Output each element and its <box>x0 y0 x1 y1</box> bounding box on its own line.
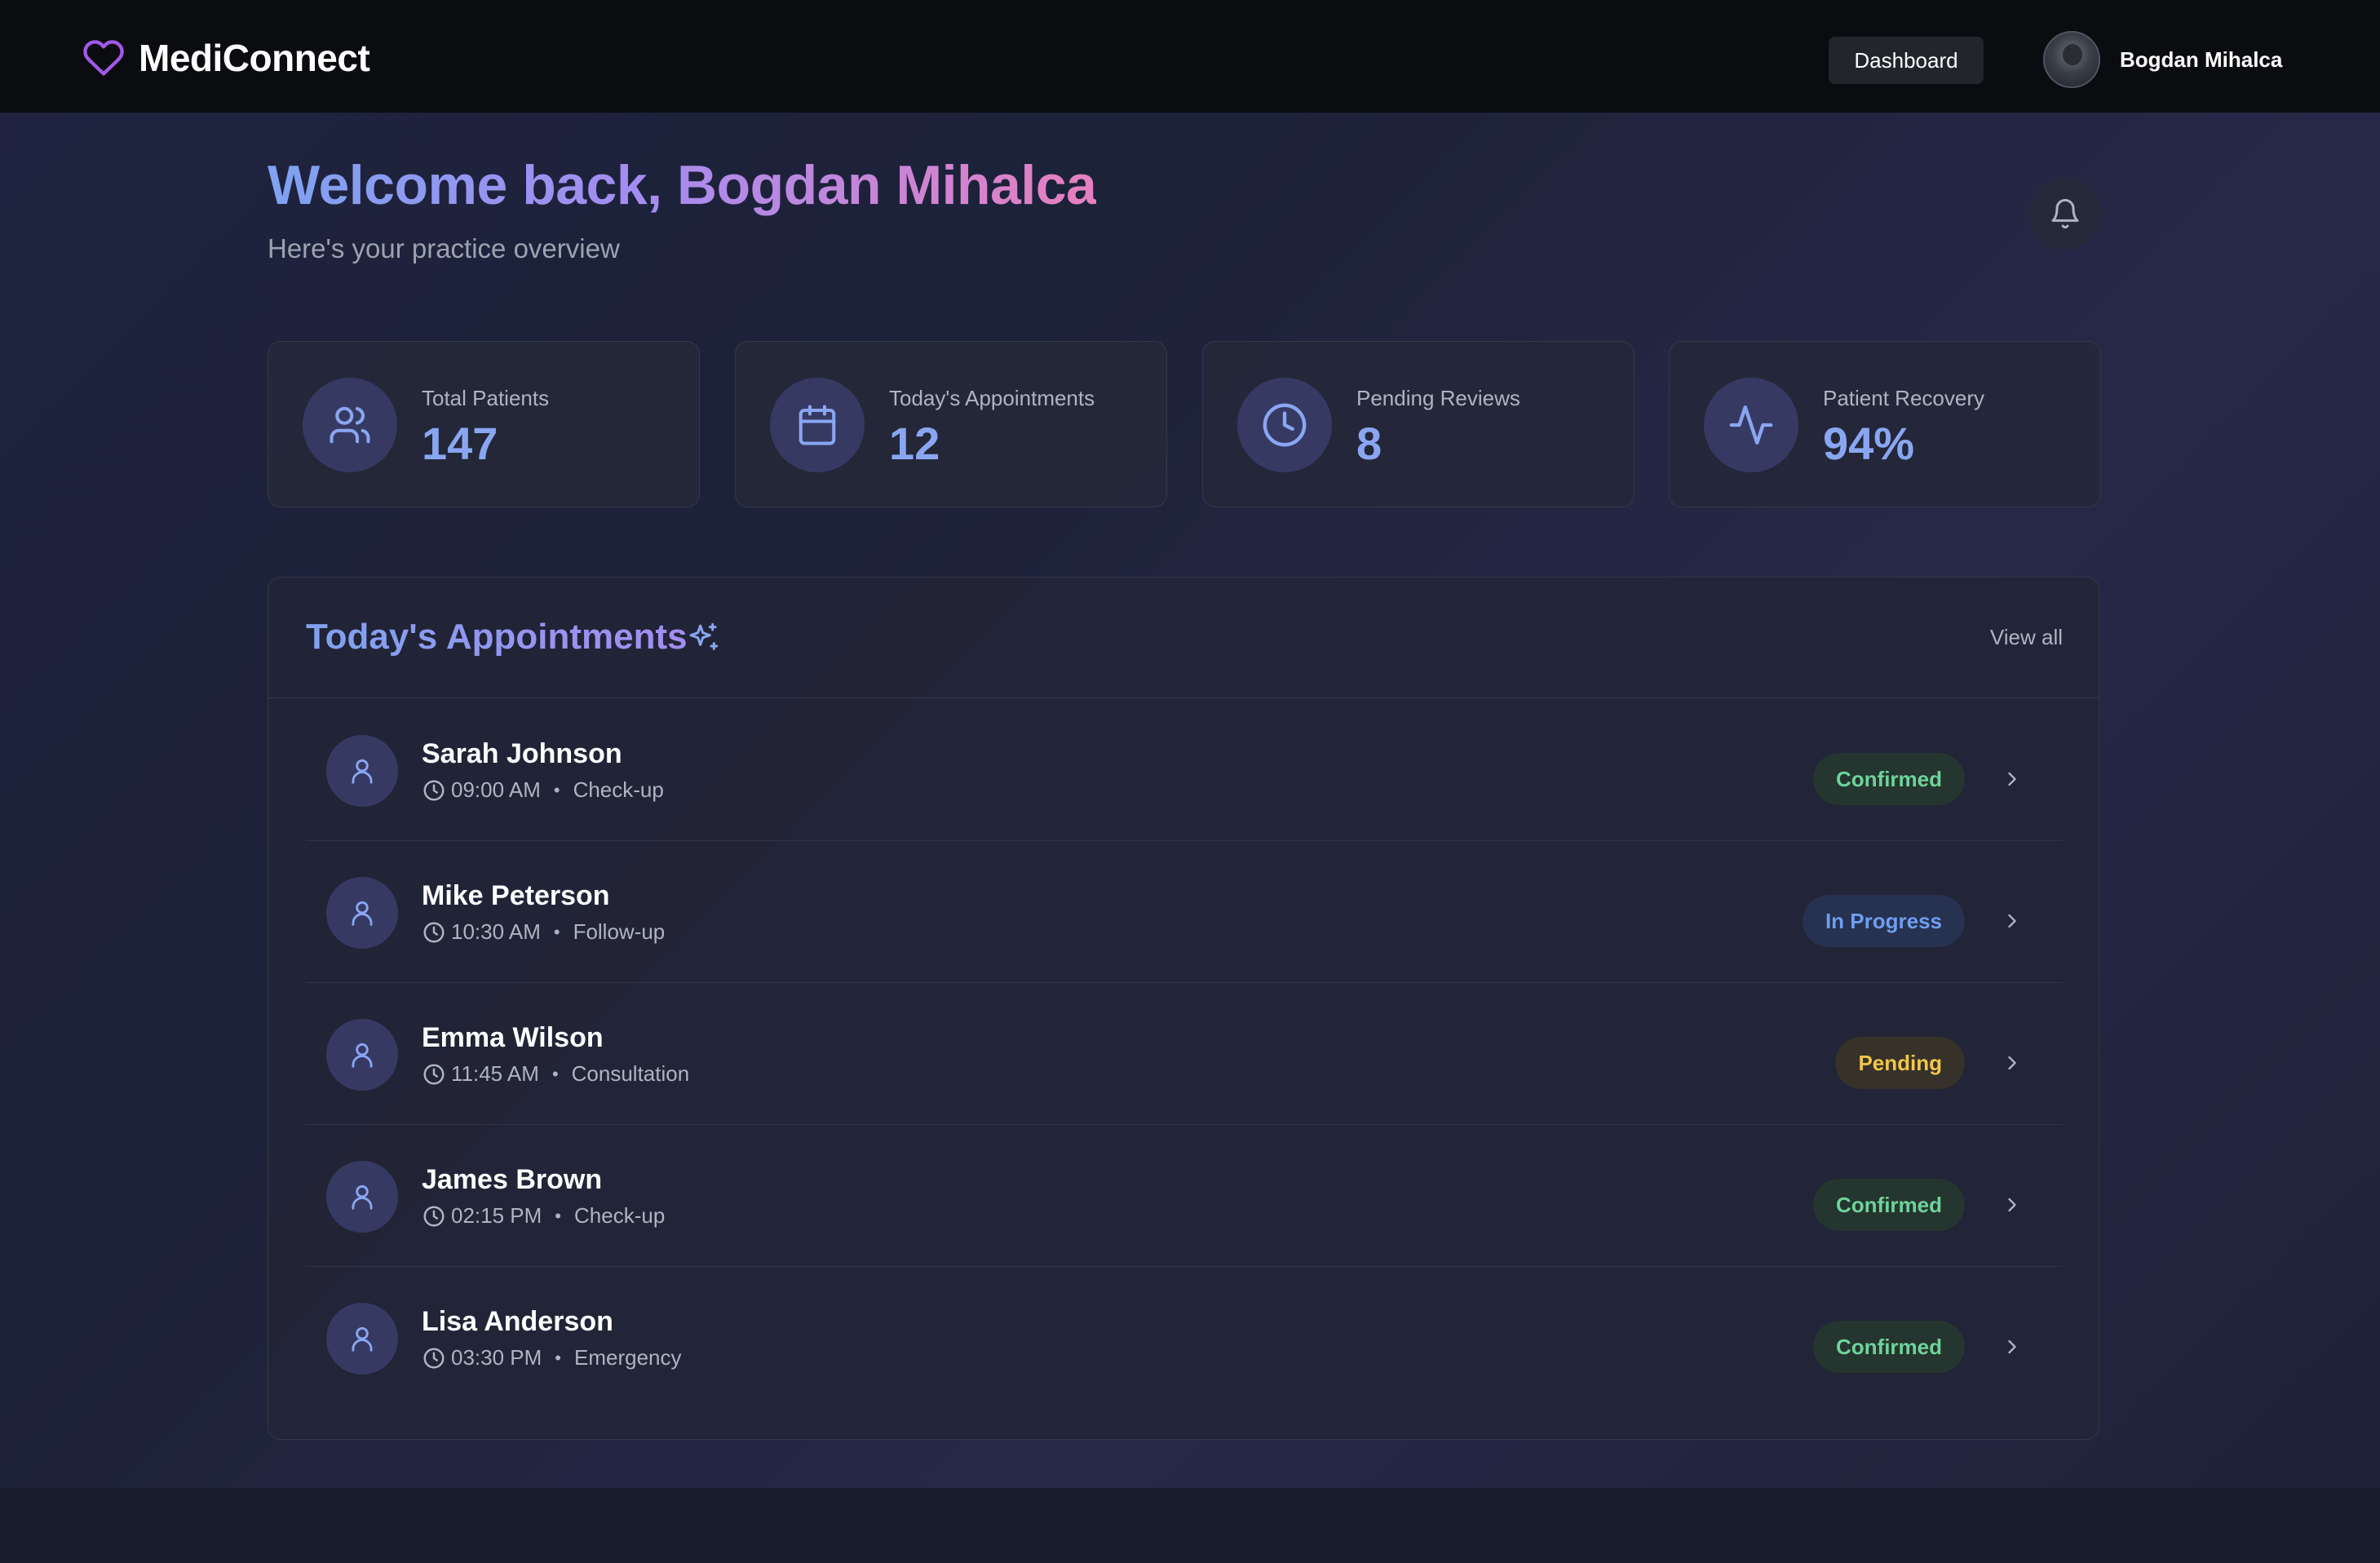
stat-icon-bg <box>303 378 397 472</box>
chevron-right-icon[interactable] <box>2001 1052 2024 1074</box>
clock-icon <box>423 1206 445 1226</box>
appointment-meta: 02:15 PM • Check-up <box>422 1203 665 1229</box>
calendar-icon <box>798 405 836 445</box>
separator-dot: • <box>553 779 560 800</box>
view-all-link[interactable]: View all <box>1990 625 2063 650</box>
stat-value: 94% <box>1823 418 1915 469</box>
appointment-time: 11:45 AM <box>451 1061 539 1086</box>
clock-icon <box>423 1348 445 1368</box>
avatar <box>2043 31 2100 88</box>
patient-avatar <box>326 735 398 807</box>
appointment-row[interactable]: Mike Peterson 10:30 AM • Follow-up In Pr… <box>306 841 2063 983</box>
stat-card-pending-reviews: Pending Reviews 8 <box>1202 341 1635 507</box>
welcome-subtitle: Here's your practice overview <box>268 233 620 263</box>
separator-dot: • <box>555 1205 561 1226</box>
dashboard-button[interactable]: Dashboard <box>1829 37 1984 84</box>
stat-card-total-patients: Total Patients 147 <box>268 341 700 507</box>
status-badge: Confirmed <box>1813 753 1965 805</box>
user-icon <box>352 1326 373 1352</box>
users-icon <box>330 406 370 444</box>
clock-icon <box>423 780 445 800</box>
patient-name: Sarah Johnson <box>422 738 622 769</box>
appointment-type: Follow-up <box>573 919 666 944</box>
status-badge: Confirmed <box>1813 1179 1965 1231</box>
chevron-right-icon[interactable] <box>2001 1193 2024 1216</box>
user-icon <box>352 1184 373 1210</box>
stat-label: Pending Reviews <box>1356 386 1520 410</box>
appointment-type: Emergency <box>574 1345 682 1370</box>
patient-avatar <box>326 1303 398 1375</box>
top-navbar: MediConnect Dashboard Bogdan Mihalca <box>0 0 2380 113</box>
appointments-title: Today's Appointments <box>306 617 688 657</box>
activity-icon <box>1729 405 1773 445</box>
bell-icon <box>2051 198 2079 229</box>
appointment-time: 03:30 PM <box>451 1345 542 1370</box>
stat-icon-bg <box>1237 378 1332 472</box>
status-badge: In Progress <box>1802 895 1965 947</box>
patient-name: Mike Peterson <box>422 880 610 911</box>
appointment-meta: 11:45 AM • Consultation <box>422 1061 689 1087</box>
appointment-type: Check-up <box>573 777 664 802</box>
footer-band <box>0 1488 2380 1563</box>
status-badge: Confirmed <box>1813 1321 1965 1373</box>
appointment-row[interactable]: Lisa Anderson 03:30 PM • Emergency Confi… <box>306 1267 2063 1409</box>
appointment-meta: 10:30 AM • Follow-up <box>422 919 665 945</box>
clock-icon <box>423 922 445 942</box>
panel-header: Today's Appointments View all <box>268 578 2099 698</box>
stat-label: Patient Recovery <box>1823 386 1984 410</box>
notifications-button[interactable] <box>2029 178 2101 250</box>
heart-icon <box>83 40 124 76</box>
stat-card-patient-recovery: Patient Recovery 94% <box>1669 341 2101 507</box>
status-badge: Pending <box>1835 1037 1965 1089</box>
patient-avatar <box>326 1161 398 1233</box>
appointment-row[interactable]: Emma Wilson 11:45 AM • Consultation Pend… <box>306 983 2063 1125</box>
chevron-right-icon[interactable] <box>2001 1335 2024 1358</box>
welcome-title: Welcome back, Bogdan Mihalca <box>268 154 1097 216</box>
user-name: Bogdan Mihalca <box>2120 46 2283 72</box>
appointment-time: 09:00 AM <box>451 777 541 802</box>
stat-value: 147 <box>422 418 498 469</box>
appointment-time: 10:30 AM <box>451 919 541 944</box>
stat-icon-bg <box>1704 378 1798 472</box>
appointments-panel: Today's Appointments View all Sarah John… <box>268 577 2099 1440</box>
appointment-time: 02:15 PM <box>451 1203 542 1228</box>
chevron-right-icon[interactable] <box>2001 768 2024 790</box>
appointment-row[interactable]: James Brown 02:15 PM • Check-up Confirme… <box>306 1125 2063 1267</box>
patient-avatar <box>326 1019 398 1091</box>
sparkles-icon <box>689 622 719 650</box>
patient-name: Lisa Anderson <box>422 1306 613 1337</box>
patient-avatar <box>326 877 398 949</box>
stat-label: Today's Appointments <box>889 386 1095 410</box>
appointment-meta: 03:30 PM • Emergency <box>422 1345 682 1370</box>
stat-label: Total Patients <box>422 386 550 410</box>
user-icon <box>352 759 373 784</box>
clock-icon <box>423 1064 445 1084</box>
stat-card-todays-appointments: Today's Appointments 12 <box>735 341 1167 507</box>
patient-name: Emma Wilson <box>422 1022 604 1053</box>
stat-icon-bg <box>770 378 865 472</box>
clock-icon <box>1263 403 1307 447</box>
stat-value: 8 <box>1356 418 1382 469</box>
appointment-row[interactable]: Sarah Johnson 09:00 AM • Check-up Confir… <box>306 699 2063 841</box>
brand-logo[interactable]: MediConnect <box>80 36 370 80</box>
user-icon <box>352 901 373 926</box>
chevron-right-icon[interactable] <box>2001 910 2024 932</box>
appointment-type: Check-up <box>574 1203 666 1228</box>
separator-dot: • <box>551 1063 559 1084</box>
separator-dot: • <box>555 1347 561 1368</box>
patient-name: James Brown <box>422 1164 603 1195</box>
user-menu[interactable]: Bogdan Mihalca <box>2043 31 2282 88</box>
appointment-meta: 09:00 AM • Check-up <box>422 777 664 803</box>
app-name: MediConnect <box>139 37 370 79</box>
stat-value: 12 <box>889 418 940 469</box>
separator-dot: • <box>553 921 560 942</box>
appointment-type: Consultation <box>571 1061 690 1086</box>
user-icon <box>352 1043 373 1068</box>
